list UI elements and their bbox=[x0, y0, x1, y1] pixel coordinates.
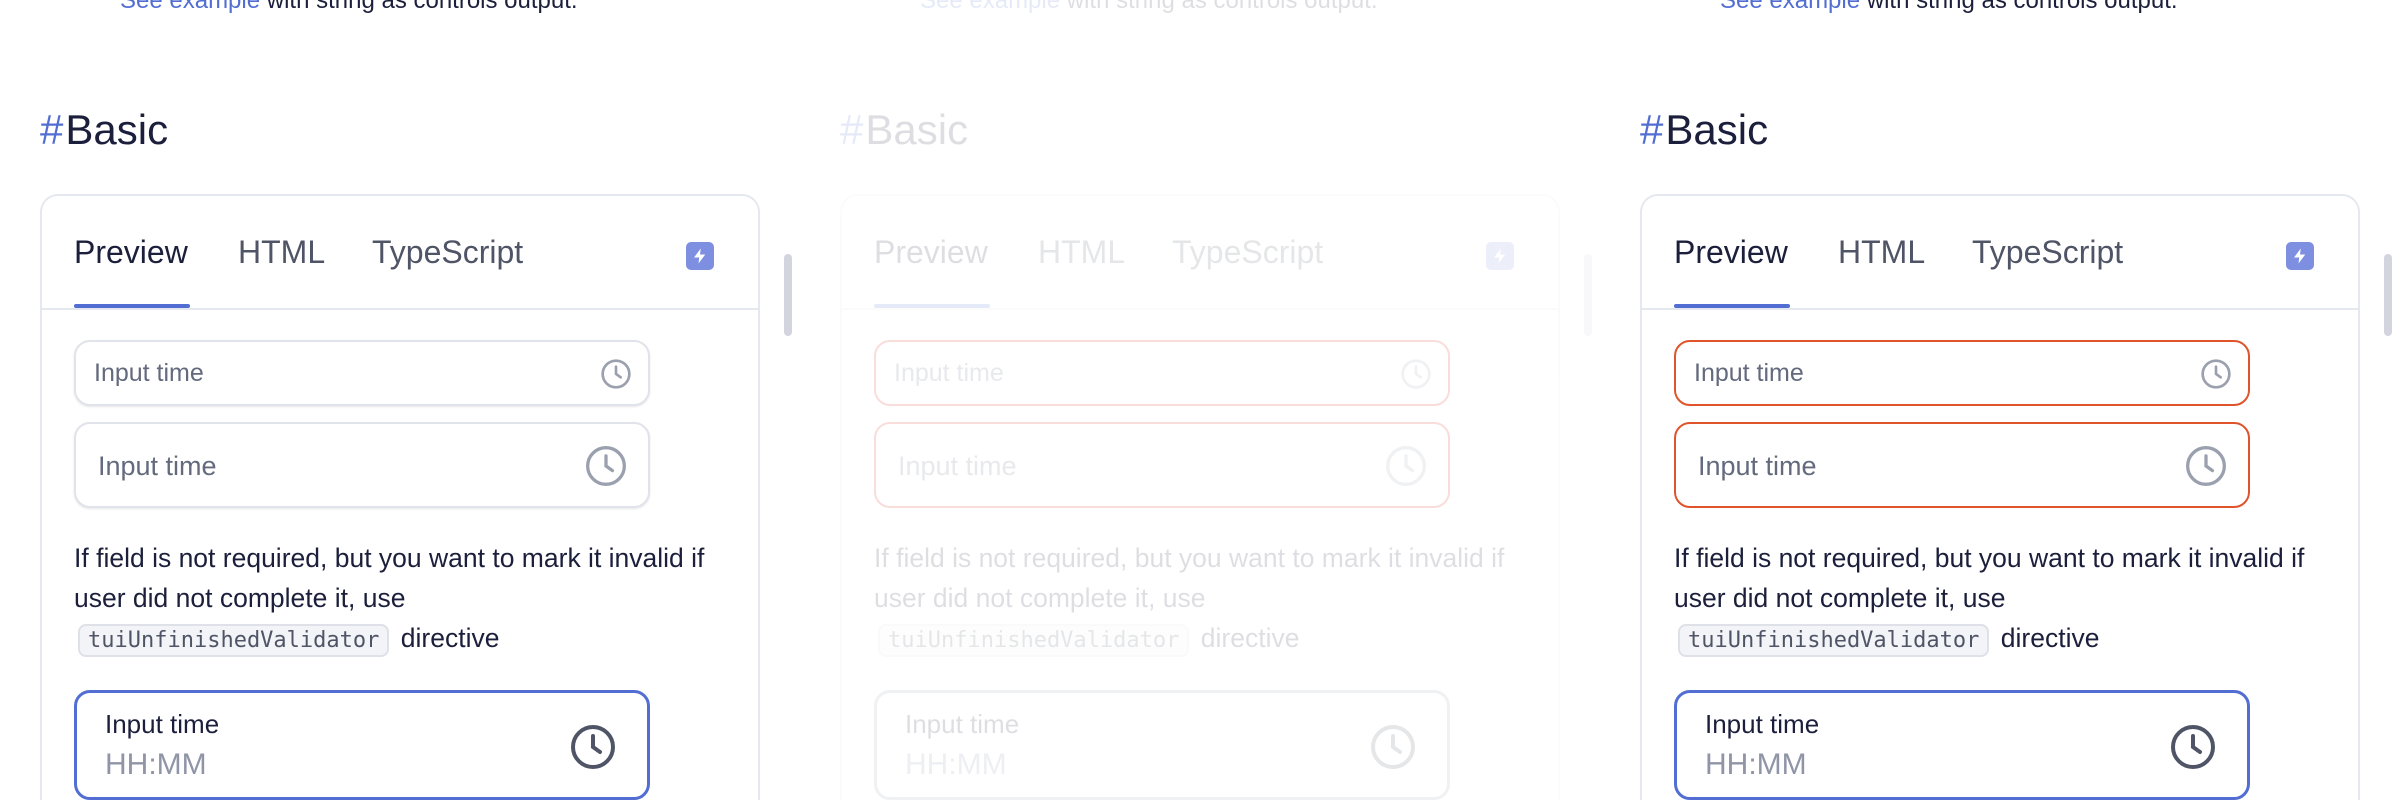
anchor-link[interactable]: # bbox=[1640, 106, 1663, 153]
bolt-icon[interactable] bbox=[1486, 242, 1514, 270]
scrollbar-thumb[interactable] bbox=[784, 254, 792, 336]
hint-text: If field is not required, but you want t… bbox=[874, 543, 1505, 613]
see-example-link[interactable]: See example bbox=[1720, 0, 1860, 14]
demo-panel-faded: See example with string as controls outp… bbox=[800, 0, 1600, 800]
input-time-medium-placeholder: Input time bbox=[898, 451, 1017, 481]
clock-icon bbox=[1386, 446, 1426, 486]
input-time-small-placeholder: Input time bbox=[894, 359, 1004, 387]
top-note: See example with string as controls outp… bbox=[120, 0, 578, 15]
clock-icon bbox=[2201, 359, 2231, 389]
input-time-large[interactable]: Input time HH:MM bbox=[1674, 690, 2250, 800]
demo-card: Preview HTML TypeScript Input time Input… bbox=[1640, 194, 2392, 800]
see-example-link[interactable]: See example bbox=[120, 0, 260, 14]
input-time-small[interactable]: Input time bbox=[1674, 340, 2250, 406]
hint-text-end: directive bbox=[1993, 623, 2100, 653]
clock-icon bbox=[2186, 446, 2226, 486]
anchor-link[interactable]: # bbox=[840, 106, 863, 153]
clock-icon bbox=[601, 359, 631, 389]
input-time-small[interactable]: Input time bbox=[874, 340, 1450, 406]
active-tab-indicator bbox=[74, 304, 190, 308]
active-tab-indicator bbox=[1674, 304, 1790, 308]
input-time-large-placeholder: HH:MM bbox=[1705, 748, 1807, 781]
bolt-icon[interactable] bbox=[2286, 242, 2314, 270]
scrollbar-thumb[interactable] bbox=[1584, 254, 1592, 336]
clock-icon bbox=[2171, 725, 2215, 769]
tab-html[interactable]: HTML bbox=[1038, 232, 1125, 272]
demo-card: Preview HTML TypeScript Input time Input… bbox=[40, 194, 792, 800]
bolt-icon[interactable] bbox=[686, 242, 714, 270]
input-time-medium-placeholder: Input time bbox=[98, 451, 217, 481]
hint-text: If field is not required, but you want t… bbox=[1674, 543, 2305, 613]
top-note: See example with string as controls outp… bbox=[1720, 0, 2178, 15]
tab-preview[interactable]: Preview bbox=[874, 232, 988, 272]
see-example-link[interactable]: See example bbox=[920, 0, 1060, 14]
tab-typescript[interactable]: TypeScript bbox=[1972, 232, 2123, 272]
top-note-text: with string as controls output. bbox=[1060, 0, 1378, 14]
input-time-large-label: Input time bbox=[905, 709, 1020, 739]
section-heading: #Basic bbox=[1640, 104, 1768, 156]
validator-code: tuiUnfinishedValidator bbox=[878, 624, 1190, 657]
demo-tabs: Preview HTML TypeScript bbox=[1642, 196, 2358, 310]
input-time-large[interactable]: Input time HH:MM bbox=[874, 690, 1450, 800]
tab-preview[interactable]: Preview bbox=[1674, 232, 1788, 272]
tab-typescript[interactable]: TypeScript bbox=[372, 232, 523, 272]
top-note-text: with string as controls output. bbox=[1860, 0, 2178, 14]
input-time-medium[interactable]: Input time bbox=[874, 422, 1450, 508]
section-heading: #Basic bbox=[840, 104, 968, 156]
input-time-small-placeholder: Input time bbox=[94, 359, 204, 387]
input-time-large[interactable]: Input time HH:MM bbox=[74, 690, 650, 800]
input-time-small[interactable]: Input time bbox=[74, 340, 650, 406]
validator-code: tuiUnfinishedValidator bbox=[1678, 624, 1990, 657]
demo-card: Preview HTML TypeScript Input time Input… bbox=[840, 194, 1592, 800]
demo-tabs: Preview HTML TypeScript bbox=[842, 196, 1558, 310]
clock-icon bbox=[571, 725, 615, 769]
input-time-medium[interactable]: Input time bbox=[74, 422, 650, 508]
input-time-large-label: Input time bbox=[105, 709, 220, 739]
demo-tabs: Preview HTML TypeScript bbox=[42, 196, 758, 310]
input-time-large-label: Input time bbox=[1705, 709, 1820, 739]
input-time-large-placeholder: HH:MM bbox=[905, 748, 1007, 781]
tab-html[interactable]: HTML bbox=[1838, 232, 1925, 272]
unfinished-validator-hint: If field is not required, but you want t… bbox=[1674, 538, 2314, 661]
clock-icon bbox=[586, 446, 626, 486]
section-heading: #Basic bbox=[40, 104, 168, 156]
section-title: Basic bbox=[865, 106, 969, 153]
hint-text: If field is not required, but you want t… bbox=[74, 543, 705, 613]
demo-panel-invalid: See example with string as controls outp… bbox=[1600, 0, 2400, 800]
top-note-text: with string as controls output. bbox=[260, 0, 578, 14]
section-title: Basic bbox=[1665, 106, 1769, 153]
unfinished-validator-hint: If field is not required, but you want t… bbox=[74, 538, 714, 661]
input-time-small-placeholder: Input time bbox=[1694, 359, 1804, 387]
input-time-medium[interactable]: Input time bbox=[1674, 422, 2250, 508]
validator-code: tuiUnfinishedValidator bbox=[78, 624, 390, 657]
scrollbar-thumb[interactable] bbox=[2384, 254, 2392, 336]
input-time-large-placeholder: HH:MM bbox=[105, 748, 207, 781]
hint-text-end: directive bbox=[1193, 623, 1300, 653]
active-tab-indicator bbox=[874, 304, 990, 308]
tab-typescript[interactable]: TypeScript bbox=[1172, 232, 1323, 272]
top-note: See example with string as controls outp… bbox=[920, 0, 1378, 15]
anchor-link[interactable]: # bbox=[40, 106, 63, 153]
clock-icon bbox=[1371, 725, 1415, 769]
demo-panel-default: See example with string as controls outp… bbox=[0, 0, 800, 800]
clock-icon bbox=[1401, 359, 1431, 389]
hint-text-end: directive bbox=[393, 623, 500, 653]
tab-html[interactable]: HTML bbox=[238, 232, 325, 272]
section-title: Basic bbox=[65, 106, 169, 153]
tab-preview[interactable]: Preview bbox=[74, 232, 188, 272]
input-time-medium-placeholder: Input time bbox=[1698, 451, 1817, 481]
unfinished-validator-hint: If field is not required, but you want t… bbox=[874, 538, 1514, 661]
